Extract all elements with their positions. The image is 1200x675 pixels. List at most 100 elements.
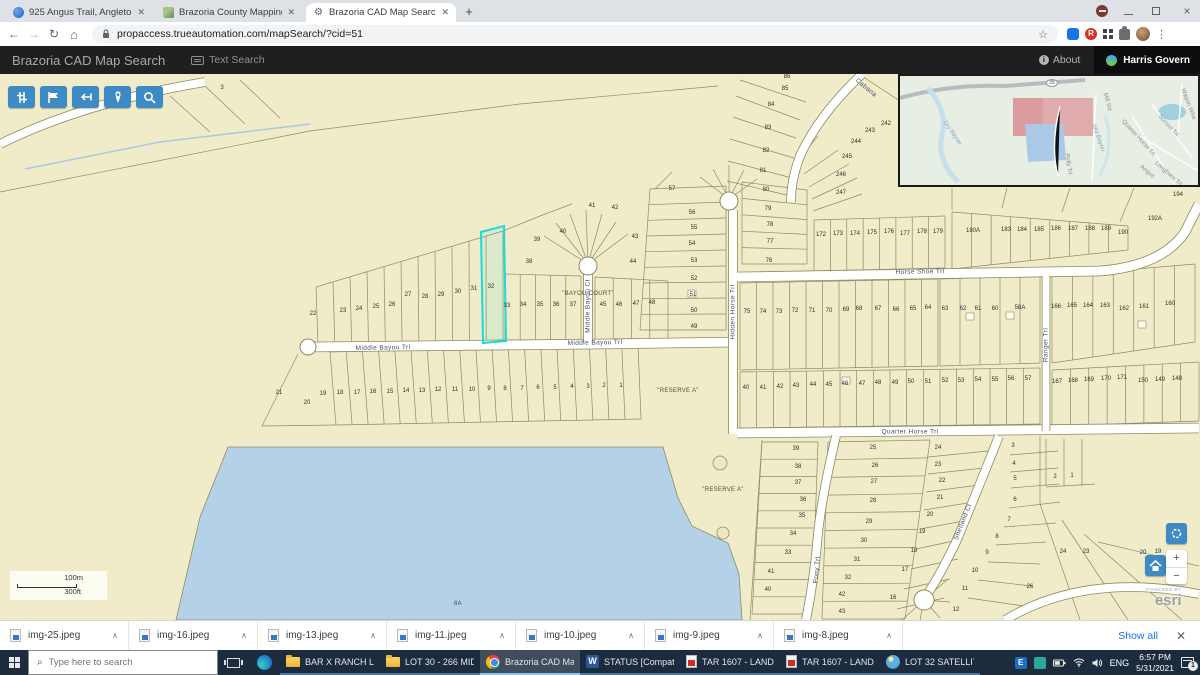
chevron-up-icon[interactable]: ∧: [757, 631, 763, 640]
download-item[interactable]: img-13.jpeg∧: [258, 621, 387, 650]
new-tab-button[interactable]: +: [460, 4, 478, 20]
back-icon[interactable]: ←: [4, 27, 24, 41]
taskbar-app[interactable]: BAR X RANCH LISTI...: [280, 650, 380, 675]
scale-bar: 100m 300ft: [10, 571, 107, 600]
taskbar-search-input[interactable]: [49, 657, 209, 668]
taskbar-clock[interactable]: 6:57 PM 5/31/2021: [1136, 652, 1174, 673]
creek-line: [25, 124, 310, 169]
reload-icon[interactable]: ↻: [44, 27, 64, 41]
taskbar-app-label: LOT 32 SATELLITE - ...: [905, 657, 974, 667]
extension-grid-icon[interactable]: [1103, 29, 1113, 39]
chevron-up-icon[interactable]: ∧: [628, 631, 634, 640]
tab-close-icon[interactable]: ✕: [441, 7, 449, 18]
battery-icon[interactable]: [1053, 659, 1066, 667]
highlighted-parcel-32[interactable]: [481, 226, 506, 343]
browser-tab[interactable]: ⚙Brazoria CAD Map Search✕: [306, 3, 456, 22]
zoom-panel: + −: [1166, 550, 1187, 584]
inset-label: 35: [1046, 79, 1058, 87]
text-search-link[interactable]: Text Search: [191, 54, 264, 66]
task-view-button[interactable]: [218, 650, 248, 675]
window-maximize-button[interactable]: [1152, 7, 1166, 15]
download-item[interactable]: img-11.jpeg∧: [387, 621, 516, 650]
chevron-up-icon[interactable]: ∧: [886, 631, 892, 640]
locate-button[interactable]: [1166, 523, 1187, 544]
downloads-close-icon[interactable]: ✕: [1176, 629, 1186, 643]
language-indicator[interactable]: ENG: [1110, 658, 1130, 668]
tray-teal-icon[interactable]: [1034, 657, 1046, 669]
download-item[interactable]: img-10.jpeg∧: [516, 621, 645, 650]
action-center-icon[interactable]: 1: [1181, 657, 1194, 668]
taskbar-app[interactable]: WSTATUS [Compatibi...: [580, 650, 680, 675]
home-icon[interactable]: ⌂: [64, 27, 84, 42]
home-extent-button[interactable]: [1145, 555, 1166, 576]
show-all-downloads-button[interactable]: Show all: [1118, 630, 1158, 642]
about-link[interactable]: i About: [1039, 54, 1080, 66]
tab-close-icon[interactable]: ✕: [137, 7, 145, 18]
keyboard-icon: [191, 56, 204, 65]
taskbar-app[interactable]: TAR 1607 - LAND C...: [780, 650, 880, 675]
layers-button[interactable]: [8, 86, 35, 108]
home-extent-icon: [1149, 560, 1162, 572]
tray-e-icon[interactable]: E: [1015, 657, 1027, 669]
folder-icon: [386, 657, 400, 667]
window-close-button[interactable]: ×: [1180, 4, 1194, 18]
browser-tab[interactable]: 925 Angus Trail, Angleton, TX 77 ✕: [6, 3, 152, 22]
bookmark-star-icon[interactable]: ☆: [1038, 28, 1048, 41]
window-minimize-button[interactable]: [1124, 8, 1138, 15]
chevron-up-icon[interactable]: ∧: [499, 631, 505, 640]
chevron-up-icon[interactable]: ∧: [370, 631, 376, 640]
wifi-icon[interactable]: [1073, 658, 1085, 667]
search-button[interactable]: [136, 86, 163, 108]
download-item[interactable]: img-25.jpeg∧: [0, 621, 129, 650]
tab-title: Brazoria CAD Map Search: [329, 7, 436, 18]
browser-menu-icon[interactable]: ⋮: [1156, 28, 1167, 41]
harris-govern-logo-icon: [1106, 55, 1117, 66]
flag-icon: [47, 91, 60, 104]
browser-tab[interactable]: Brazoria County Mapping - Braz ✕: [156, 3, 302, 22]
taskbar-app[interactable]: Brazoria CAD Map ...: [480, 650, 580, 675]
download-item[interactable]: img-16.jpeg∧: [129, 621, 258, 650]
pan-tool-button[interactable]: [72, 86, 99, 108]
forward-icon[interactable]: →: [24, 27, 44, 41]
profile-avatar[interactable]: [1136, 27, 1150, 41]
tab-title: Brazoria County Mapping - Braz: [179, 7, 282, 18]
taskbar-app[interactable]: TAR 1607 - LAND C...: [680, 650, 780, 675]
download-item[interactable]: img-8.jpeg∧: [774, 621, 903, 650]
zoom-out-button[interactable]: −: [1166, 568, 1187, 585]
about-label: About: [1053, 54, 1080, 66]
map-canvas[interactable]: 2223242526272829303132333435363745464748…: [0, 74, 1200, 620]
taskbar-edge-button[interactable]: [248, 650, 280, 675]
search-glass-icon: ⌕: [37, 657, 43, 668]
extension-r-icon[interactable]: R: [1085, 28, 1097, 40]
tab-title: 925 Angus Trail, Angleton, TX 77: [29, 7, 132, 18]
taskbar-apps: BAR X RANCH LISTI...LOT 30 - 266 MIDDL..…: [280, 650, 980, 675]
overview-inset-map[interactable]: Dry BayouMill RdMid BayouQuarter Horse T…: [898, 74, 1200, 187]
taskbar-search[interactable]: ⌕: [28, 650, 218, 675]
taskbar-app[interactable]: LOT 32 SATELLITE - ...: [880, 650, 980, 675]
download-item[interactable]: img-9.jpeg ∧: [645, 621, 774, 650]
omnibox[interactable]: propaccess.trueautomation.com/mapSearch/…: [92, 25, 1058, 43]
notification-badge: 1: [1188, 661, 1198, 671]
extensions-puzzle-icon[interactable]: [1119, 29, 1130, 40]
taskbar-app-label: TAR 1607 - LAND C...: [702, 657, 774, 667]
info-icon: i: [1039, 55, 1049, 65]
chevron-up-icon[interactable]: ∧: [241, 631, 247, 640]
blue-favicon: [13, 7, 24, 18]
map-pin-icon: [113, 91, 123, 104]
record-indicator-icon[interactable]: [1096, 5, 1108, 17]
download-items: img-25.jpeg∧img-16.jpeg∧img-13.jpeg∧img-…: [0, 621, 903, 650]
pdf-icon: [686, 655, 697, 668]
download-filename: img-9.jpeg: [673, 630, 750, 641]
taskbar-app[interactable]: LOT 30 - 266 MIDDL...: [380, 650, 480, 675]
lock-icon: [102, 29, 110, 39]
screen: 925 Angus Trail, Angleton, TX 77✕Brazori…: [0, 0, 1200, 675]
bookmark-extent-button[interactable]: [40, 86, 67, 108]
tab-close-icon[interactable]: ✕: [287, 7, 295, 18]
location-pin-button[interactable]: [104, 86, 131, 108]
extension-blue-icon[interactable]: [1067, 28, 1079, 40]
zoom-in-button[interactable]: +: [1166, 550, 1187, 568]
chevron-up-icon[interactable]: ∧: [112, 631, 118, 640]
inset-basemap: [900, 76, 1198, 185]
start-button[interactable]: [0, 650, 28, 675]
volume-icon[interactable]: [1092, 658, 1103, 668]
